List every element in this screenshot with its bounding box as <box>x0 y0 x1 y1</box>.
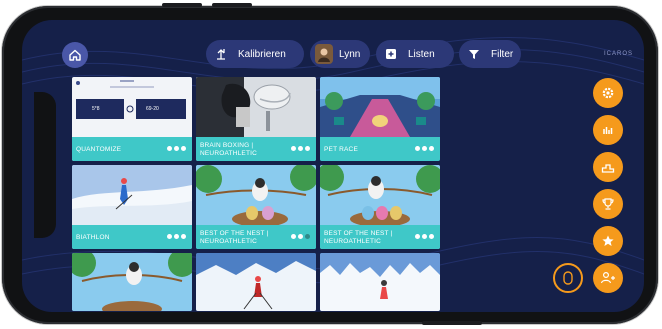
quantomize-right-value: 69-20 <box>146 106 159 112</box>
calibrate-label: Kalibrieren <box>238 48 286 60</box>
user-label: Lynn <box>339 48 361 60</box>
tile-caption: PET RACE <box>320 137 440 161</box>
game-art <box>320 253 440 311</box>
filter-label: Filter <box>491 48 514 60</box>
users-button[interactable] <box>593 263 623 293</box>
home-icon <box>69 49 81 61</box>
chart-icon <box>603 127 613 134</box>
brand-logo: ICAROS <box>604 51 634 57</box>
filter-icon <box>463 43 485 65</box>
tile-caption: BEST OF THE NEST | NEUROATHLETIC <box>196 225 316 249</box>
tile-title: QUANTOMIZE <box>76 146 122 153</box>
game-tile-best-of-the-nest-2[interactable]: BEST OF THE NEST | NEUROATHLETIC <box>320 165 440 249</box>
power-button <box>422 321 482 325</box>
home-button[interactable] <box>62 42 88 68</box>
settings-button[interactable] <box>593 78 623 108</box>
app-screen: Kalibrieren Lynn Listen Filter ICAROS 5*… <box>22 20 644 312</box>
more-icon[interactable] <box>167 234 186 239</box>
phone-frame: Kalibrieren Lynn Listen Filter ICAROS 5*… <box>2 3 658 325</box>
favorites-button[interactable] <box>593 226 623 256</box>
tile-caption: QUANTOMIZE <box>72 137 192 161</box>
statistics-button[interactable] <box>593 115 623 145</box>
tile-title: BRAIN BOXING | NEUROATHLETIC <box>200 142 258 157</box>
tile-caption: BEST OF THE NEST | NEUROATHLETIC <box>320 225 440 249</box>
tile-title: PET RACE <box>324 146 358 153</box>
game-tile-pet-race[interactable]: PET RACE <box>320 77 440 161</box>
ring-icon <box>563 271 573 285</box>
biathlon-art <box>72 165 192 225</box>
list-add-icon <box>380 43 402 65</box>
lists-label: Listen <box>408 48 435 60</box>
game-tile-biathlon[interactable]: BIATHLON <box>72 165 192 249</box>
more-icon[interactable] <box>415 146 434 151</box>
game-tile-row3-3[interactable] <box>320 253 440 311</box>
trophy-icon <box>602 198 614 210</box>
user-button[interactable]: Lynn <box>310 40 370 68</box>
lists-button[interactable]: Listen <box>376 40 454 68</box>
game-tile-row3-2[interactable] <box>196 253 316 311</box>
avatar <box>315 44 333 64</box>
podium-icon <box>601 164 615 173</box>
tile-caption: BRAIN BOXING | NEUROATHLETIC <box>196 137 316 161</box>
more-icon[interactable] <box>415 234 434 239</box>
calibrate-icon <box>210 43 232 65</box>
best-of-the-nest-art <box>320 165 440 227</box>
gear-icon <box>602 87 614 99</box>
ranking-button[interactable] <box>593 152 623 182</box>
device-button[interactable] <box>553 263 583 293</box>
tile-title: BEST OF THE NEST | NEUROATHLETIC <box>324 230 393 245</box>
game-tile-best-of-the-nest[interactable]: BEST OF THE NEST | NEUROATHLETIC <box>196 165 316 249</box>
game-art <box>196 253 316 311</box>
quantomize-left-value: 5*8 <box>92 106 100 112</box>
camera-notch <box>34 92 56 238</box>
achievements-button[interactable] <box>593 189 623 219</box>
game-tile-brain-boxing[interactable]: BRAIN BOXING | NEUROATHLETIC <box>196 77 316 161</box>
filter-button[interactable]: Filter <box>459 40 521 68</box>
game-art <box>72 253 192 311</box>
pet-race-art <box>320 77 440 137</box>
best-of-the-nest-art <box>196 165 316 227</box>
volume-button <box>162 3 202 7</box>
tile-caption: BIATHLON <box>72 225 192 249</box>
users-icon <box>600 271 615 284</box>
tile-title: BIATHLON <box>76 234 110 241</box>
calibrate-button[interactable]: Kalibrieren <box>206 40 304 68</box>
more-icon[interactable] <box>291 234 310 239</box>
volume-button <box>212 3 252 7</box>
game-tile-row3-1[interactable] <box>72 253 192 311</box>
star-icon <box>602 235 614 246</box>
more-icon[interactable] <box>291 146 310 151</box>
more-icon[interactable] <box>167 146 186 151</box>
brain-boxing-art <box>196 77 316 137</box>
quantomize-preview: 5*8 69-20 <box>72 77 192 137</box>
tile-title: BEST OF THE NEST | NEUROATHLETIC <box>200 230 269 245</box>
game-tile-quantomize[interactable]: 5*8 69-20 QUANTOMIZE <box>72 77 192 161</box>
